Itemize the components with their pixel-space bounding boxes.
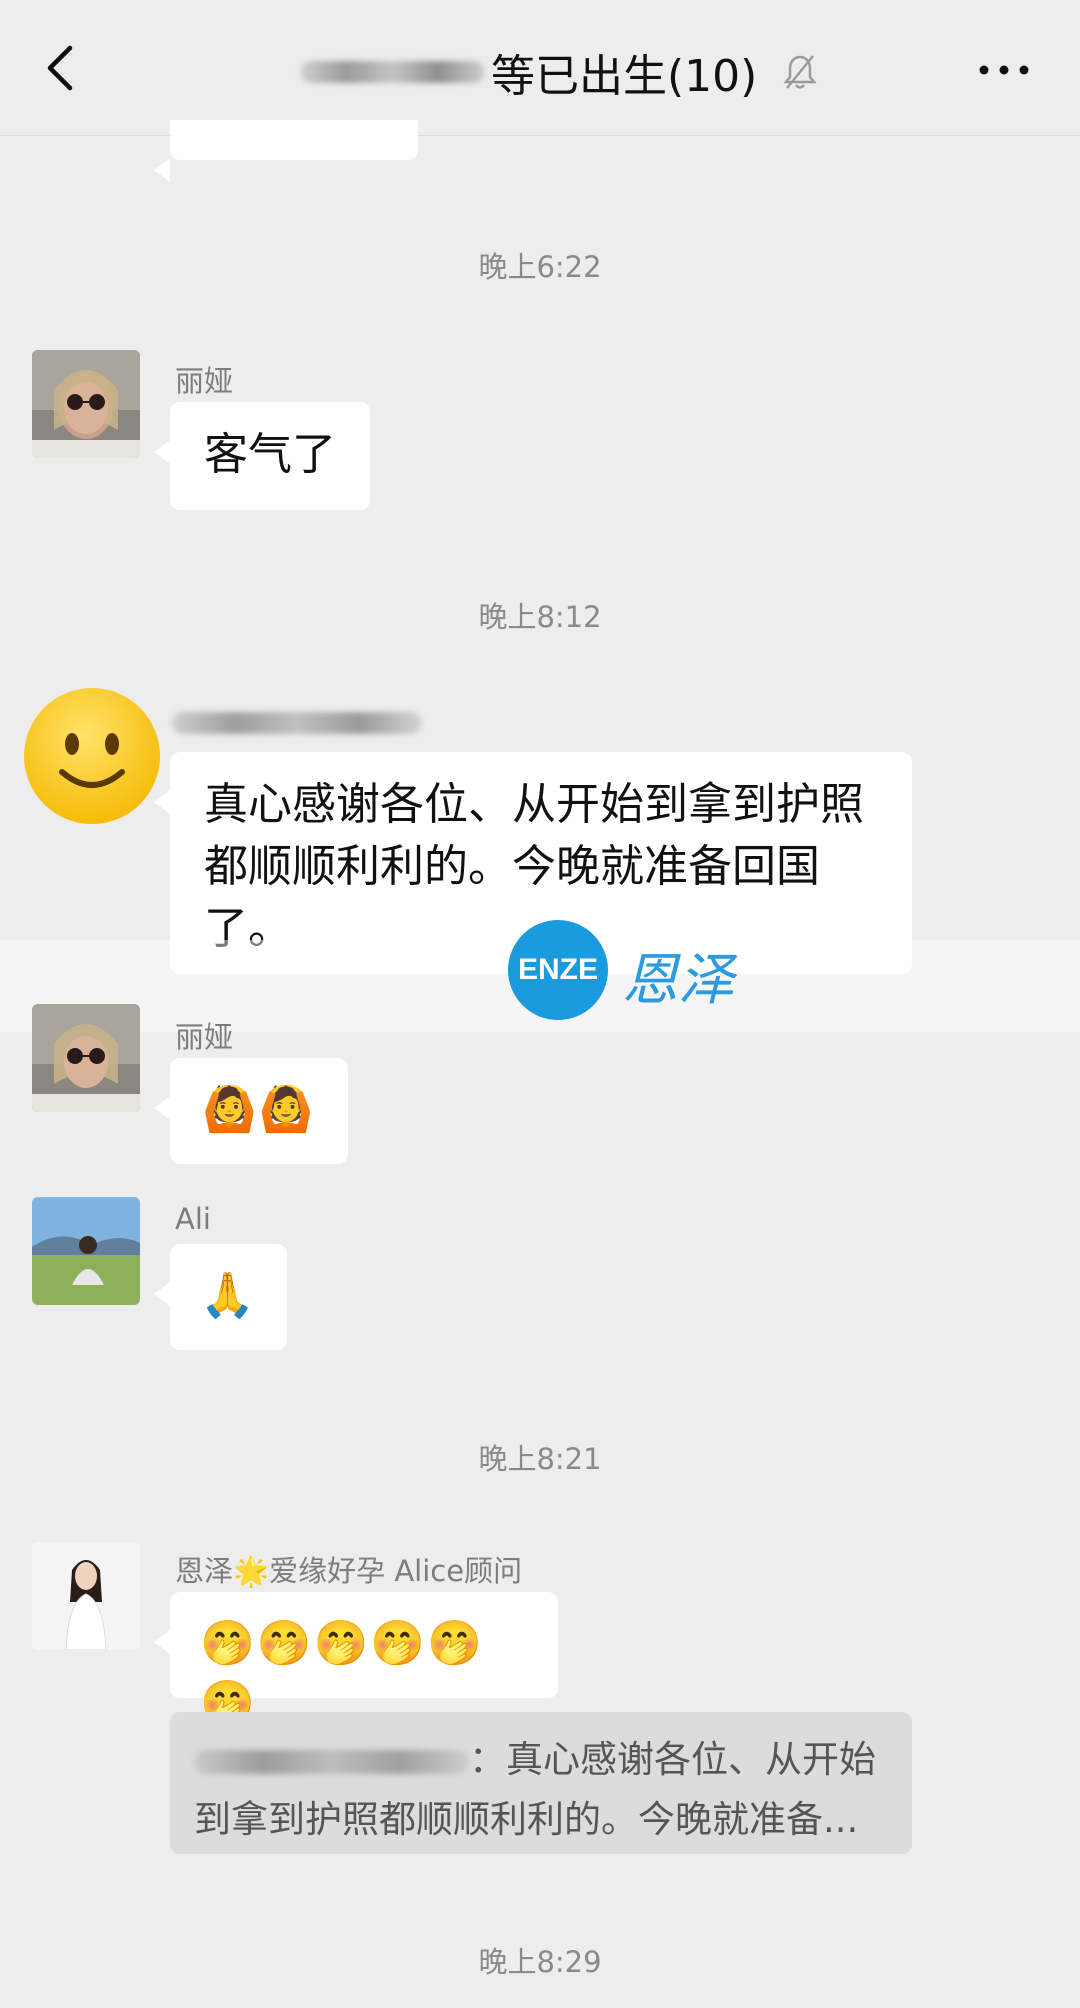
back-arrow-icon[interactable] [38,38,88,98]
message-emoji: 🙆🙆 [202,1084,316,1135]
timestamp: 晚上6:22 [478,250,602,284]
message-bubble[interactable]: 客气了 [154,402,370,510]
quote-line: ：真心感谢各位、从开始 [194,1730,888,1790]
avatar-alice[interactable] [32,1542,140,1650]
sender-name: 恩泽🌟爱缘好孕 Alice顾问 [175,1554,523,1588]
avatar-liya[interactable] [32,350,140,458]
avatar-photo-icon [32,1197,140,1305]
quote-sender-redacted [194,1749,469,1774]
smiley-face-icon[interactable] [22,686,162,826]
avatar-photo-icon [32,350,140,458]
sender-name: Ali [175,1202,211,1236]
message-bubble[interactable]: 🙆🙆 [154,1058,348,1164]
title-redacted [300,61,485,83]
more-options-icon[interactable] [978,60,1030,80]
message-emoji: 🙏 [200,1270,257,1321]
quote-text: ：真心感谢各位、从开始 [469,1738,876,1781]
avatar-ali[interactable] [32,1197,140,1305]
chat-title-area: 等已出生(10) [300,42,817,102]
timestamp: 晚上8:12 [478,600,602,634]
avatar-photo-icon [32,1542,140,1650]
message-bubble[interactable]: 🙏 [154,1244,287,1350]
timestamp: 晚上8:21 [478,1442,602,1476]
message-text-line: 都顺顺利利的。今晚就准备回国 [204,841,820,892]
sender-name-redacted [172,712,422,734]
mute-bell-icon [783,55,817,89]
chat-header: 等已出生(10) [0,0,1080,136]
timestamp: 晚上8:29 [478,1945,602,1979]
sender-name: 丽娅 [175,364,234,398]
chat-title: 等已出生(10) [491,51,758,102]
previous-message-bubble[interactable] [154,120,418,182]
message-bubble[interactable]: 🤭🤭🤭🤭🤭🤭 [154,1592,558,1729]
quoted-message[interactable]: ：真心感谢各位、从开始 到拿到护照都顺顺利利的。今晚就准备... [170,1712,912,1854]
message-text: 客气了 [204,429,336,480]
message-text-line: 真心感谢各位、从开始到拿到护照 [204,779,864,830]
avatar-photo-icon [32,1004,140,1112]
avatar-liya[interactable] [32,1004,140,1112]
quote-line: 到拿到护照都顺顺利利的。今晚就准备... [194,1798,859,1841]
sender-name: 丽娅 [175,1020,234,1054]
watermark-logo: ENZE [508,920,608,1020]
watermark-text: 恩泽 [622,948,734,1013]
